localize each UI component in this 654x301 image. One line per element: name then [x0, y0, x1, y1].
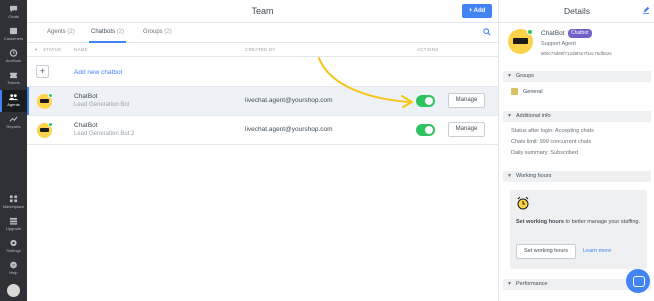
main-panel: Team + Add Agents (2) Chatbots (2) Group…	[27, 0, 498, 301]
set-working-hours-button[interactable]: Set working hours	[516, 244, 576, 259]
nav-tickets[interactable]: Tickets	[0, 68, 27, 90]
chevron-down-icon: ▼	[507, 173, 512, 179]
edit-icon[interactable]	[642, 6, 650, 14]
nav-archives[interactable]: Archives	[0, 46, 27, 68]
upgrade-icon	[9, 217, 18, 225]
section-title: Working hours	[516, 173, 552, 179]
info-chats-limit: Chats limit: 999 concurrent chats	[511, 139, 592, 145]
nav-chats[interactable]: Chats	[0, 2, 27, 24]
nav-reports[interactable]: Reports	[0, 112, 27, 134]
chatbot-id: 900c73d80f712d8f4e7f1ec75db62e	[541, 51, 612, 56]
customers-icon	[9, 27, 18, 35]
chevron-down-icon: ▼	[507, 73, 512, 79]
section-title: Groups	[516, 73, 535, 79]
nav-help[interactable]: ? Help	[0, 258, 27, 280]
chatbot-role: Support Agent	[541, 41, 576, 47]
agents-icon	[9, 94, 18, 101]
nav-label: Customers	[3, 36, 24, 41]
alarm-clock-icon	[517, 196, 529, 210]
working-hours-card: Set working hours to better manage your …	[510, 190, 647, 269]
annotation-arrow	[318, 57, 413, 108]
nav-label: Upgrade	[5, 226, 22, 231]
details-panel: Details ChatBot Chatbot Support Agent 90…	[498, 0, 654, 301]
section-title: Additional info	[516, 113, 551, 119]
nav-marketplace[interactable]: Marketplace	[0, 192, 27, 214]
group-name: General	[523, 89, 543, 95]
chat-widget-icon[interactable]	[626, 269, 650, 293]
section-additional-info[interactable]: ▼ Additional info	[503, 111, 651, 122]
working-hours-bold: Set working hours	[516, 219, 564, 225]
section-title: Performance	[516, 281, 548, 287]
reports-icon	[9, 116, 18, 122]
help-icon: ?	[10, 261, 17, 269]
svg-text:?: ?	[12, 263, 15, 269]
section-groups[interactable]: ▼ Groups	[503, 71, 651, 82]
details-header: Details	[499, 0, 654, 23]
user-avatar[interactable]	[7, 284, 20, 297]
section-working-hours[interactable]: ▼ Working hours	[503, 171, 651, 182]
nav-label: Chats	[8, 14, 19, 19]
nav-label: Archives	[5, 58, 22, 63]
archives-icon	[9, 49, 18, 57]
marketplace-icon	[9, 195, 18, 203]
nav-label: Reports	[6, 124, 21, 129]
chevron-down-icon: ▼	[507, 113, 512, 119]
nav-settings[interactable]: Settings	[0, 236, 27, 258]
chevron-down-icon: ▼	[507, 281, 512, 287]
chat-icon	[9, 5, 18, 13]
online-status-icon	[527, 29, 533, 35]
nav-label: Agents	[7, 102, 20, 107]
nav-label: Tickets	[7, 80, 20, 85]
nav-customers[interactable]: Customers	[0, 24, 27, 46]
chatbot-badge: Chatbot	[568, 29, 592, 38]
left-nav: Chats Customers Archives Tickets Agents …	[0, 0, 27, 301]
details-title: Details	[564, 6, 590, 16]
nav-label: Settings	[6, 248, 21, 253]
nav-upgrade[interactable]: Upgrade	[0, 214, 27, 236]
info-daily-summary: Daily summary: Subscribed	[511, 150, 578, 156]
working-hours-text: Set working hours to better manage your …	[516, 218, 644, 227]
working-hours-rest: to better manage your staffing.	[563, 219, 641, 225]
nav-agents[interactable]: Agents	[0, 90, 27, 112]
info-status: Status after login: Accepting chats	[511, 128, 594, 134]
group-color-icon	[511, 88, 518, 95]
chatbot-avatar	[508, 29, 533, 54]
nav-label: Marketplace	[2, 204, 25, 209]
learn-more-link[interactable]: Learn more	[583, 248, 611, 254]
nav-label: Help	[9, 270, 18, 275]
chatbot-name: ChatBot	[541, 30, 565, 37]
tickets-icon	[9, 72, 18, 79]
settings-icon	[10, 239, 17, 247]
